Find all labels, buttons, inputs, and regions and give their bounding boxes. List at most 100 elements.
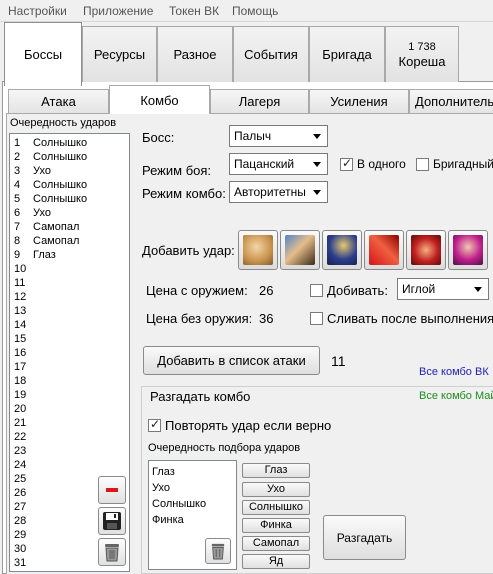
list-item[interactable]: 25 <box>14 472 33 486</box>
list-item[interactable]: 30 <box>14 542 33 556</box>
subtab-attack[interactable]: Атака <box>8 89 109 113</box>
list-item[interactable]: 4 Солнышко <box>14 178 87 192</box>
list-item[interactable]: 15 <box>14 332 33 346</box>
list-item[interactable]: 21 <box>14 416 33 430</box>
guess-poison-button[interactable]: Яд <box>242 554 310 569</box>
tab-resources[interactable]: Ресурсы <box>82 26 157 82</box>
subtab-additional[interactable]: Дополнительно <box>409 89 493 113</box>
finish-weapon-select[interactable]: Иглой <box>397 278 489 300</box>
guess-order-list[interactable]: Глаз Ухо Солнышко Финка <box>148 460 237 570</box>
list-item[interactable]: 8 Самопал <box>14 234 79 248</box>
row-number: 11 <box>14 277 26 289</box>
tab-misc[interactable]: Разное <box>157 26 233 82</box>
row-number: 27 <box>14 501 27 513</box>
clear-guess-list-button[interactable] <box>205 538 231 564</box>
menu-settings[interactable]: Настройки <box>8 4 67 18</box>
guess-ear-button[interactable]: Ухо <box>242 482 310 497</box>
merge-after-checkbox[interactable]: Сливать после выполнения <box>310 311 493 326</box>
list-item[interactable]: 23 <box>14 444 33 458</box>
list-item[interactable]: Солнышко <box>152 498 206 510</box>
hit-name: Солнышко <box>33 151 88 163</box>
list-item[interactable]: 17 <box>14 360 33 374</box>
list-item[interactable]: 19 <box>14 388 33 402</box>
row-number: 25 <box>14 473 27 485</box>
checkbox-box <box>416 157 429 171</box>
clear-list-button[interactable] <box>98 538 126 566</box>
list-item[interactable]: 10 <box>14 262 33 276</box>
tab-bosses[interactable]: Боссы <box>4 22 82 86</box>
hit-button-1[interactable] <box>238 230 278 270</box>
list-item[interactable]: 6 Ухо <box>14 206 51 220</box>
list-item[interactable]: 28 <box>14 514 33 528</box>
list-item[interactable]: 2 Солнышко <box>14 150 87 164</box>
list-item[interactable]: 20 <box>14 402 33 416</box>
solve-combo-button[interactable]: Разгадать <box>323 515 406 560</box>
list-item[interactable]: 1 Солнышко <box>14 136 87 150</box>
guess-pistol-button[interactable]: Самопал <box>242 536 310 551</box>
remove-hit-button[interactable] <box>98 476 126 504</box>
list-item[interactable]: 11 <box>14 276 33 290</box>
tab-events[interactable]: События <box>233 26 309 82</box>
hit-button-3[interactable] <box>322 230 362 270</box>
row-number: 12 <box>14 291 27 303</box>
list-item[interactable]: Финка <box>152 514 184 526</box>
trash-icon <box>211 543 225 560</box>
all-combo-vk-link[interactable]: Все комбо ВК <box>419 366 489 378</box>
subtab-boosts[interactable]: Усиления <box>309 89 409 113</box>
row-number: 10 <box>14 263 27 275</box>
solo-checkbox[interactable]: В одного <box>340 156 406 171</box>
save-button[interactable] <box>98 507 126 535</box>
hit-icon-2 <box>285 235 315 265</box>
guess-knife-button[interactable]: Финка <box>242 518 310 533</box>
list-item[interactable]: 14 <box>14 318 33 332</box>
attack-list-count: 11 <box>331 353 346 369</box>
menu-application[interactable]: Приложение <box>83 4 153 18</box>
list-item[interactable]: 5 Солнышко <box>14 192 87 206</box>
subtab-camps[interactable]: Лагеря <box>210 89 309 113</box>
price-weapon-value: 26 <box>259 283 274 298</box>
row-number: 14 <box>14 319 27 331</box>
row-number: 20 <box>14 403 27 415</box>
repeat-hit-checkbox[interactable]: Повторять удар если верно <box>148 417 331 433</box>
tab-friends[interactable]: 1 738 Кореша <box>385 26 459 82</box>
minus-icon <box>106 488 118 492</box>
guess-sun-button[interactable]: Солнышко <box>242 500 310 515</box>
list-item[interactable]: 18 <box>14 374 33 388</box>
list-item[interactable]: 13 <box>14 304 33 318</box>
add-to-attack-list-button[interactable]: Добавить в список атаки <box>143 346 320 375</box>
guess-eye-button[interactable]: Глаз <box>242 463 310 478</box>
list-item[interactable]: Глаз <box>152 466 175 478</box>
list-item[interactable]: 9 Глаз <box>14 248 56 262</box>
list-item[interactable]: 24 <box>14 458 33 472</box>
row-number: 24 <box>14 459 27 471</box>
hit-button-4[interactable] <box>364 230 404 270</box>
combo-mode-select[interactable]: Авторитетны <box>229 181 328 203</box>
list-item[interactable]: 3 Ухо <box>14 164 51 178</box>
hit-button-6[interactable] <box>448 230 488 270</box>
guess-combo-legend: Разгадать комбо <box>148 389 253 404</box>
row-number: 8 <box>14 235 21 247</box>
list-item[interactable]: 16 <box>14 346 33 360</box>
row-number: 3 <box>14 165 21 177</box>
list-item[interactable]: 29 <box>14 528 33 542</box>
list-item[interactable]: 12 <box>14 290 33 304</box>
subtab-combo[interactable]: Комбо <box>109 85 210 114</box>
list-item[interactable]: 22 <box>14 430 33 444</box>
list-item[interactable]: Ухо <box>152 482 170 494</box>
list-item[interactable]: 31 <box>14 556 33 570</box>
hit-button-5[interactable] <box>406 230 446 270</box>
finish-checkbox[interactable]: Добивать: <box>310 283 388 298</box>
menu-help[interactable]: Помощь <box>232 4 278 18</box>
list-item[interactable]: 7 Самопал <box>14 220 79 234</box>
row-number: 4 <box>14 179 21 191</box>
row-number: 9 <box>14 249 21 261</box>
list-item[interactable]: 27 <box>14 500 33 514</box>
list-item[interactable]: 26 <box>14 486 33 500</box>
battle-mode-select[interactable]: Пацанский <box>229 153 328 175</box>
menu-token-vk[interactable]: Токен ВК <box>169 4 219 18</box>
boss-select[interactable]: Палыч <box>229 125 328 147</box>
hit-button-2[interactable] <box>280 230 320 270</box>
tab-brigade[interactable]: Бригада <box>309 26 385 82</box>
brigade-checkbox[interactable]: Бригадный <box>416 157 493 171</box>
trash-icon <box>105 544 119 562</box>
